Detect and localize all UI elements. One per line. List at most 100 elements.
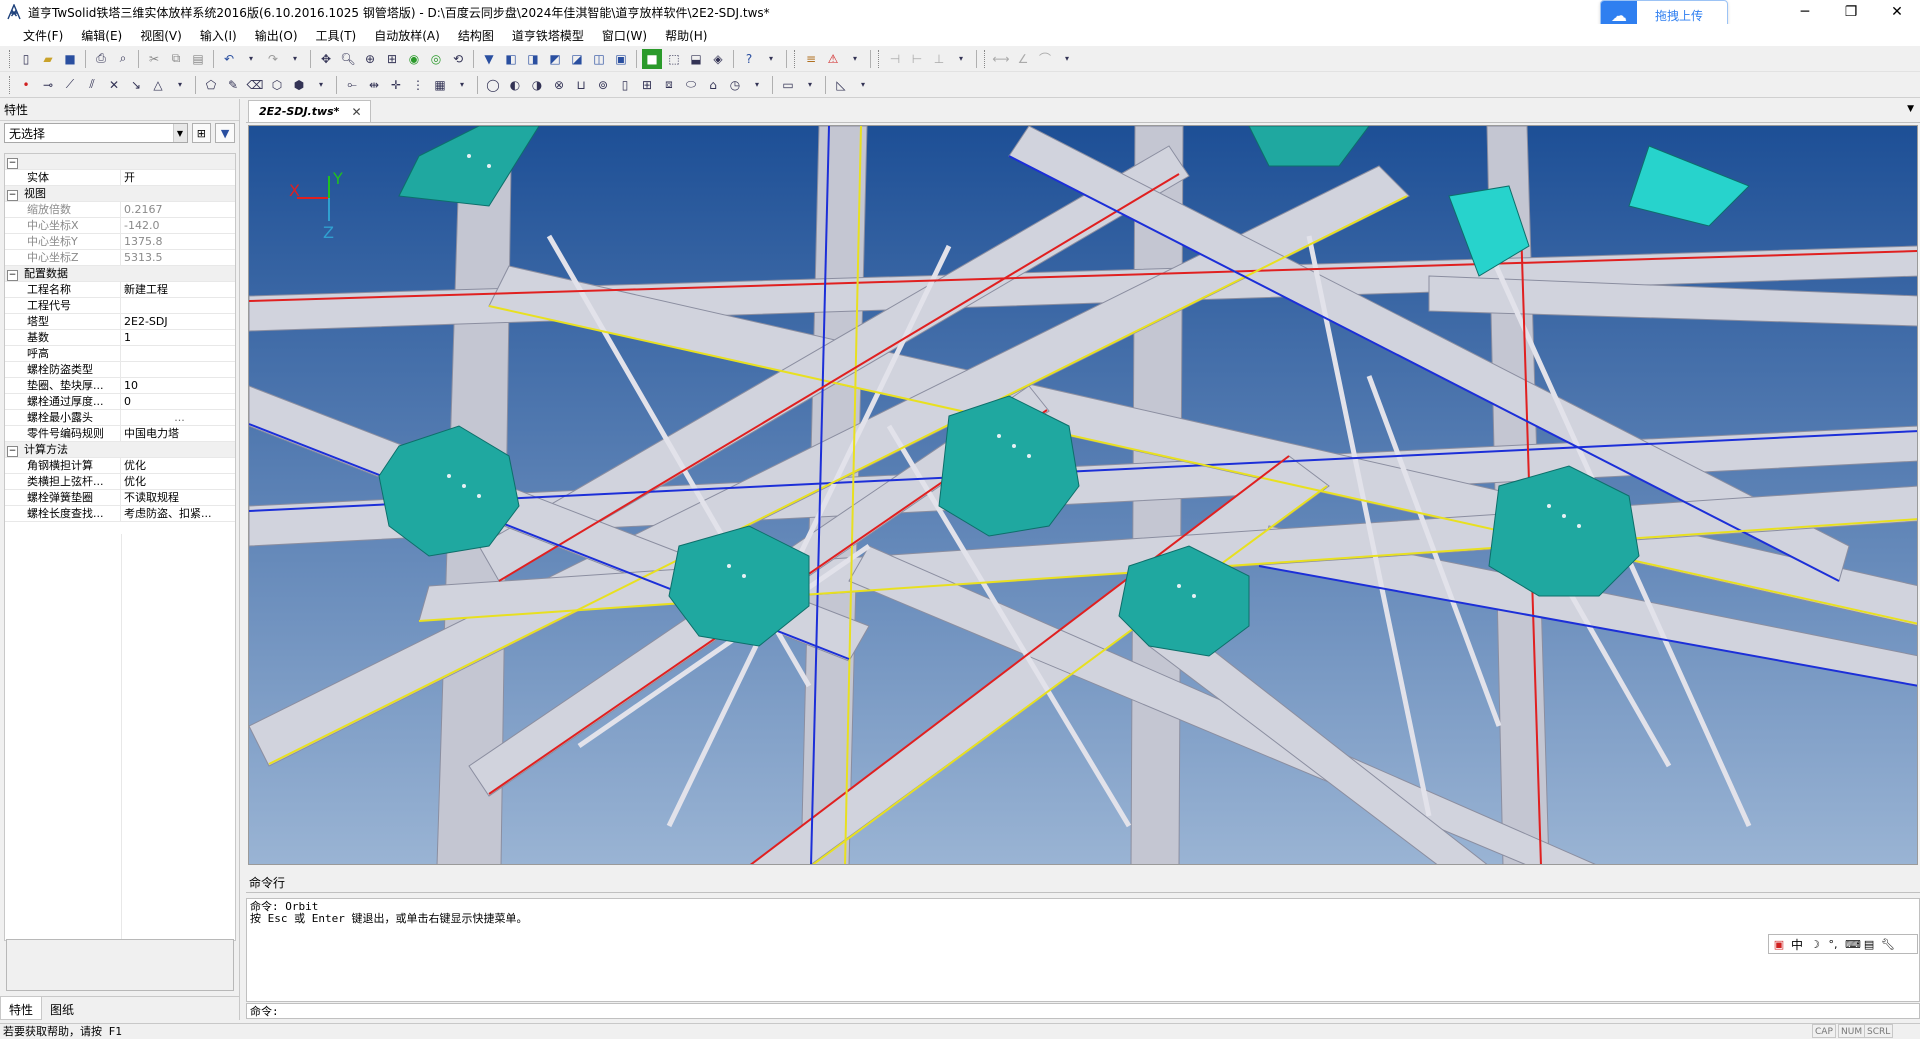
property-row[interactable]: 基数 1 [5, 330, 235, 346]
bolt-icon[interactable]: ⬡ [267, 75, 287, 95]
category-calc-method[interactable]: − 计算方法 [5, 442, 235, 458]
view-iso-icon[interactable]: ◫ [589, 49, 609, 69]
property-row[interactable]: 工程名称 新建工程 [5, 282, 235, 298]
quick-select-icon[interactable]: ⊞ [191, 123, 212, 143]
property-row[interactable]: 缩放倍数 0.2167 [5, 202, 235, 218]
property-row[interactable]: 螺栓最小露头 ... [5, 410, 235, 426]
redo-icon[interactable]: ↷ [263, 49, 283, 69]
print-icon[interactable]: ⎙ [91, 49, 111, 69]
property-row[interactable]: 类横担上弦杆... 优化 [5, 474, 235, 490]
bolt-group-icon[interactable]: ⬢ [289, 75, 309, 95]
ring-icon[interactable]: ⊚ [593, 75, 613, 95]
pencil-icon[interactable]: ✎ [223, 75, 243, 95]
grid-icon[interactable]: ▦ [430, 75, 450, 95]
orbit-free-icon[interactable]: ◎ [426, 49, 446, 69]
help-dropdown-icon[interactable]: ▾ [761, 49, 781, 69]
flange-icon[interactable]: ◐ [505, 75, 525, 95]
menu-file[interactable]: 文件(F) [14, 27, 72, 44]
node-icon[interactable]: ⊸ [38, 75, 58, 95]
property-row[interactable]: 中心坐标Y 1375.8 [5, 234, 235, 250]
zoom-extents-icon[interactable]: ⊞ [382, 49, 402, 69]
angle-pair-icon[interactable]: ⫽ [82, 75, 102, 95]
punctuation-icon[interactable]: °, [1827, 938, 1839, 951]
bend-icon[interactable]: ↘ [126, 75, 146, 95]
close-button[interactable]: ✕ [1874, 0, 1920, 24]
filter-icon[interactable]: ▼ [479, 49, 499, 69]
property-row[interactable]: 零件号编码规则 中国电力塔 [5, 426, 235, 442]
dim-linear-icon[interactable]: ⟷ [991, 49, 1011, 69]
menu-tower-model[interactable]: 道亨铁塔模型 [503, 27, 593, 44]
snap-mid-icon[interactable]: ⊢ [907, 49, 927, 69]
point-icon[interactable]: • [16, 75, 36, 95]
view-left-icon[interactable]: ◩ [545, 49, 565, 69]
toolbar-dropdown-icon[interactable]: ▾ [853, 75, 873, 95]
orbit-icon[interactable]: ◉ [404, 49, 424, 69]
u-plate-icon[interactable]: ⊔ [571, 75, 591, 95]
ime-logo-icon[interactable]: ▣ [1773, 938, 1785, 951]
hidden-line-icon[interactable]: ⬓ [686, 49, 706, 69]
keyboard-icon[interactable]: ⌨ [1845, 938, 1861, 951]
snap-end-icon[interactable]: ⊣ [885, 49, 905, 69]
minimize-button[interactable]: ─ [1782, 0, 1828, 24]
split-icon[interactable]: ⇹ [364, 75, 384, 95]
menu-view[interactable]: 视图(V) [131, 27, 191, 44]
view-right-icon[interactable]: ◪ [567, 49, 587, 69]
wireframe-icon[interactable]: ⬚ [664, 49, 684, 69]
toolbar-dropdown-icon[interactable]: ▾ [747, 75, 767, 95]
chevron-down-icon[interactable]: ▼ [172, 124, 187, 142]
render-icon[interactable]: ◈ [708, 49, 728, 69]
warning-icon[interactable]: ⚠ [823, 49, 843, 69]
menu-help[interactable]: 帮助(H) [656, 27, 716, 44]
toolbar-dropdown-icon[interactable]: ▾ [311, 75, 331, 95]
command-input[interactable]: 命令: [246, 1003, 1920, 1019]
eraser-icon[interactable]: ⌫ [245, 75, 265, 95]
cut-icon[interactable]: ✂ [144, 49, 164, 69]
open-folder-icon[interactable]: ▰ [38, 49, 58, 69]
property-row[interactable]: 螺栓通过厚度... 0 [5, 394, 235, 410]
moon-icon[interactable]: ☽ [1809, 938, 1821, 951]
copy-icon[interactable]: ⧉ [166, 49, 186, 69]
wrench-icon[interactable]: 🔧︎ [1881, 938, 1895, 951]
save-icon[interactable]: ■ [60, 49, 80, 69]
property-row[interactable]: 垫圈、垫块厚... 10 [5, 378, 235, 394]
property-row[interactable]: 角钢横担计算 优化 [5, 458, 235, 474]
collapse-icon[interactable]: − [7, 446, 18, 457]
corner-icon[interactable]: ◺ [831, 75, 851, 95]
tab-drawings[interactable]: 图纸 [42, 997, 82, 1020]
collapse-icon[interactable]: − [7, 190, 18, 201]
collapse-icon[interactable]: − [7, 158, 18, 169]
triangle-icon[interactable]: △ [148, 75, 168, 95]
tube-icon[interactable]: ◯ [483, 75, 503, 95]
zoom-window-icon[interactable]: 🔍︎ [338, 49, 358, 69]
snap-node-icon[interactable]: ⊥ [929, 49, 949, 69]
toolbar-dropdown-icon[interactable]: ▾ [452, 75, 472, 95]
view-back-icon[interactable]: ▣ [611, 49, 631, 69]
menu-edit[interactable]: 编辑(E) [72, 27, 131, 44]
property-row[interactable]: 中心坐标X -142.0 [5, 218, 235, 234]
undo-icon[interactable]: ↶ [219, 49, 239, 69]
menu-input[interactable]: 输入(I) [191, 27, 246, 44]
shape-icon[interactable]: ⬭ [681, 75, 701, 95]
help-icon[interactable]: ? [739, 49, 759, 69]
view-front-icon[interactable]: ◧ [501, 49, 521, 69]
menu-tools[interactable]: 工具(T) [307, 27, 366, 44]
menu-output[interactable]: 输出(O) [246, 27, 307, 44]
connect-icon[interactable]: ⟜ [342, 75, 362, 95]
property-row[interactable]: 塔型 2E2-SDJ [5, 314, 235, 330]
toolbar-grip[interactable] [9, 49, 12, 68]
cross-brace-icon[interactable]: ✕ [104, 75, 124, 95]
move-icon[interactable]: ✛ [386, 75, 406, 95]
print-preview-icon[interactable]: ⌕ [113, 49, 133, 69]
filter-select-icon[interactable]: ▼ [215, 123, 235, 143]
zoom-realtime-icon[interactable]: ⊕ [360, 49, 380, 69]
grid-table-icon[interactable]: ⊞ [637, 75, 657, 95]
clock-icon[interactable]: ◷ [725, 75, 745, 95]
category-config[interactable]: − 配置数据 [5, 266, 235, 282]
pan-icon[interactable]: ✥ [316, 49, 336, 69]
property-row[interactable]: 螺栓防盗类型 [5, 362, 235, 378]
house-icon[interactable]: ⌂ [703, 75, 723, 95]
layer-icon[interactable]: ≡ [801, 49, 821, 69]
menu-structure-drawing[interactable]: 结构图 [449, 27, 503, 44]
new-file-icon[interactable]: ▯ [16, 49, 36, 69]
menu-window[interactable]: 窗口(W) [593, 27, 656, 44]
